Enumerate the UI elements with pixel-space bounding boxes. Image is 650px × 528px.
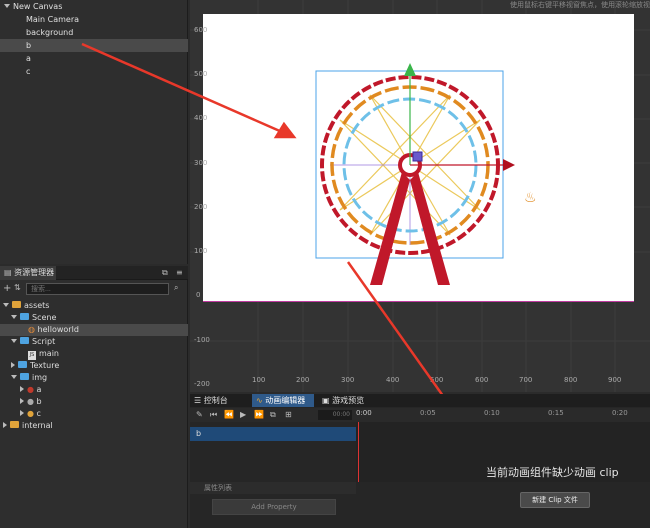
lock-icon[interactable]: ⧉ [162, 268, 168, 278]
collapse-arrow-icon[interactable] [20, 385, 24, 392]
scene-file-icon: ◍ [28, 325, 38, 334]
asset-item-texture[interactable]: Texture [0, 360, 188, 372]
folder-icon: ▤ [4, 268, 15, 277]
tab-animation-editor[interactable]: ∿ 动画编辑器 [252, 394, 314, 407]
console-icon: ☰ [194, 396, 204, 405]
collapse-arrow-icon[interactable] [20, 397, 24, 404]
tab-assets[interactable]: ▤ 资源管理器 [0, 266, 56, 280]
frame-input[interactable]: 00:00 [318, 410, 352, 420]
collapse-arrow-icon[interactable] [11, 361, 15, 368]
collapse-arrow-icon[interactable] [3, 421, 7, 428]
folder-icon [10, 421, 19, 428]
collapse-arrow-icon[interactable] [20, 409, 24, 416]
timeline-tick: 0:05 [420, 409, 436, 417]
hierarchy-item-a[interactable]: a [0, 52, 188, 65]
missing-clip-message: 当前动画组件缺少动画 clip [486, 466, 619, 479]
edit-icon[interactable]: ✎ [196, 410, 203, 419]
image-icon: ● [27, 409, 37, 418]
asset-item-helloworld[interactable]: ◍ helloworld [0, 324, 188, 336]
hierarchy-item-canvas[interactable]: New Canvas [0, 0, 188, 13]
animation-node-row[interactable]: b [190, 427, 356, 441]
add-icon[interactable]: + [3, 283, 11, 294]
bottom-tabbar: ☰ 控制台 ∿ 动画编辑器 ▣ 游戏预览 [190, 394, 650, 407]
menu-icon[interactable]: ≡ [176, 268, 183, 277]
expand-arrow-icon[interactable] [4, 3, 10, 8]
assets-tabbar: ▤ 资源管理器 ⧉ ≡ [0, 266, 188, 280]
folder-icon [20, 373, 29, 380]
properties-label: 属性列表 [190, 482, 356, 494]
add-event-icon[interactable]: ⧉ [270, 410, 276, 420]
first-frame-icon[interactable]: ⏮ [210, 410, 217, 420]
expand-arrow-icon[interactable] [3, 302, 9, 307]
playhead[interactable] [358, 422, 359, 482]
asset-item-assets[interactable]: assets [0, 300, 188, 312]
asset-item-img-b[interactable]: ● b [0, 396, 188, 408]
expand-arrow-icon[interactable] [11, 314, 17, 319]
next-frame-icon[interactable]: ⏩ [254, 410, 264, 419]
play-icon[interactable]: ▶ [240, 410, 246, 419]
hierarchy-item-background[interactable]: background [0, 26, 188, 39]
hierarchy-item-b[interactable]: b [0, 39, 188, 52]
animation-icon: ∿ [256, 396, 266, 405]
search-icon[interactable]: ⌕ [174, 283, 178, 293]
image-icon: ● [27, 397, 37, 406]
expand-arrow-icon[interactable] [11, 374, 17, 379]
hierarchy-item-c[interactable]: c [0, 65, 188, 78]
timeline-tick: 0:00 [356, 409, 372, 417]
tab-game-preview[interactable]: ▣ 游戏预览 [318, 394, 378, 407]
timeline-ruler[interactable]: 0:00 0:05 0:10 0:15 0:20 [356, 408, 650, 422]
new-clip-button[interactable]: 新建 Clip 文件 [520, 492, 590, 508]
script-file-icon: JS [28, 351, 36, 360]
asset-item-internal[interactable]: internal [0, 420, 188, 432]
folder-icon [20, 313, 29, 320]
folder-icon [18, 361, 27, 368]
annotation-arrows [190, 0, 650, 392]
expand-arrow-icon[interactable] [11, 338, 17, 343]
asset-item-img-a[interactable]: ● a [0, 384, 188, 396]
add-property-button[interactable]: Add Property [212, 499, 336, 515]
preview-icon: ▣ [322, 396, 333, 405]
hierarchy-panel: New Canvas Main Camera background b a c [0, 0, 188, 264]
asset-item-main[interactable]: JS main [0, 348, 188, 360]
folder-icon [20, 337, 29, 344]
prev-frame-icon[interactable]: ⏪ [224, 410, 234, 419]
assets-panel: ▤ 资源管理器 ⧉ ≡ + ⇅ ⌕ assets Scene ◍ hellowo… [0, 266, 188, 528]
asset-item-img-c[interactable]: ● c [0, 408, 188, 420]
asset-item-img[interactable]: img [0, 372, 188, 384]
hierarchy-item-main-camera[interactable]: Main Camera [0, 13, 188, 26]
timeline-tick: 0:15 [548, 409, 564, 417]
sort-icon[interactable]: ⇅ [14, 283, 21, 292]
asset-item-scene[interactable]: Scene [0, 312, 188, 324]
scene-view[interactable]: 使用鼠标右键平移视窗焦点，使用滚轮缩放视 600 500 400 300 200… [190, 0, 650, 392]
animation-toolbar: ✎ ⏮ ⏪ ▶ ⏩ ⧉ ⊞ 00:00 [190, 408, 356, 422]
tab-console[interactable]: ☰ 控制台 [190, 394, 240, 407]
image-icon: ● [27, 385, 37, 394]
asset-item-script[interactable]: Script [0, 336, 188, 348]
assets-toolbar: + ⇅ ⌕ [0, 281, 188, 297]
add-keyframe-icon[interactable]: ⊞ [285, 410, 292, 419]
timeline-tick: 0:10 [484, 409, 500, 417]
folder-icon [12, 301, 21, 308]
search-input[interactable] [26, 283, 169, 295]
timeline-tick: 0:20 [612, 409, 628, 417]
bottom-panel: ☰ 控制台 ∿ 动画编辑器 ▣ 游戏预览 ✎ ⏮ ⏪ ▶ ⏩ ⧉ ⊞ 00:00… [190, 394, 650, 528]
